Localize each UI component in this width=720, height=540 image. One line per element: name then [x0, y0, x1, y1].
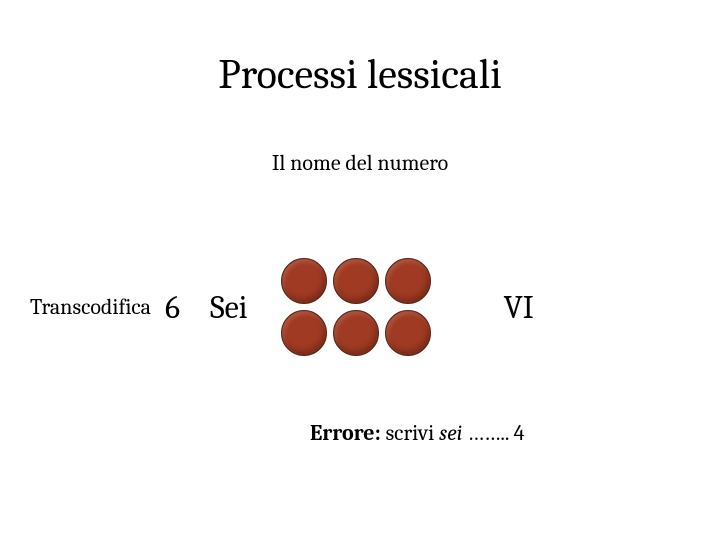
slide-title: Processi lessicali [0, 50, 720, 99]
error-answer: 4 [514, 420, 525, 446]
dot [330, 307, 382, 359]
error-word: sei [439, 420, 462, 446]
error-dots: …….. [467, 420, 509, 446]
numeral-arabic: 6 [165, 289, 180, 326]
transcoding-row: Transcodifica 6 Sei VI [30, 255, 690, 359]
numeral-word: Sei [210, 289, 247, 326]
error-line: Errore: scrivi sei …….. 4 [310, 420, 524, 446]
numeral-roman: VI [504, 289, 534, 326]
slide-subtitle: Il nome del numero [0, 150, 720, 176]
error-prompt: scrivi [386, 420, 435, 446]
dot [382, 255, 434, 307]
dot [330, 255, 382, 307]
dot [382, 307, 434, 359]
row-label: Transcodifica [30, 294, 151, 320]
dot [278, 307, 330, 359]
slide: Processi lessicali Il nome del numero Tr… [0, 0, 720, 540]
dot [278, 255, 330, 307]
dot-grid [278, 255, 434, 359]
error-label: Errore: [310, 420, 381, 446]
